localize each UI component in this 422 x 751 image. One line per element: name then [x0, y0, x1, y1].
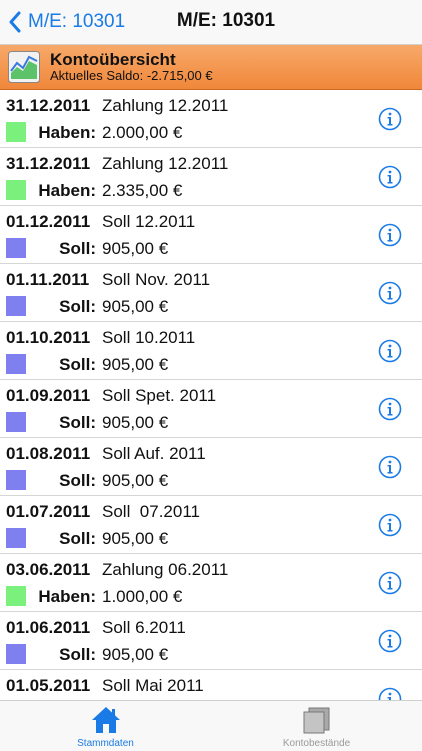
entry-amount: 905,00 € [102, 529, 169, 548]
tab-label: Kontobestände [282, 738, 351, 749]
transaction-list[interactable]: 31.12.2011 Zahlung 12.2011 Haben: 2.000,00 … [0, 90, 422, 700]
entry-description: Soll Spet. 2011 [102, 386, 217, 405]
entry-amount: 1.000,00 € [102, 587, 183, 606]
list-item[interactable]: 31.12.2011 Zahlung 12.2011 Haben: 2.000,00 … [0, 90, 422, 148]
entry-date: 01.06.2011 [6, 618, 91, 637]
entry-date: 01.12.2011 [6, 212, 91, 231]
entry-description: Soll Nov. 2011 [102, 270, 211, 289]
info-icon[interactable] [378, 107, 402, 131]
entry-type-swatch [6, 122, 26, 142]
entry-kind-label: Haben: [38, 181, 96, 200]
entry-kind-label: Soll: [59, 297, 96, 316]
entry-amount: 2.335,00 € [102, 181, 183, 200]
entry-type-swatch [6, 354, 26, 374]
entry-description: Zahlung 12.2011 [102, 154, 229, 173]
entry-amount: 905,00 € [102, 471, 169, 490]
list-item[interactable]: 01.08.2011 Soll Auf. 2011 Soll: 905,00 € [0, 438, 422, 496]
list-item[interactable]: 01.11.2011 Soll Nov. 2011 Soll: 905,00 € [0, 264, 422, 322]
entry-description: Soll 6.2011 [102, 618, 186, 637]
entry-type-swatch [6, 412, 26, 432]
info-icon[interactable] [378, 223, 402, 247]
folders-icon [303, 707, 329, 734]
list-item[interactable]: 01.07.2011 Soll 07.2011 Soll: 905,00 € [0, 496, 422, 554]
info-icon[interactable] [378, 571, 402, 595]
banner-title: Kontoübersicht [50, 50, 176, 69]
entry-type-swatch [6, 644, 26, 664]
info-icon[interactable] [378, 339, 402, 363]
list-item[interactable]: 01.12.2011 Soll 12.2011 Soll: 905,00 € [0, 206, 422, 264]
info-icon[interactable] [378, 687, 402, 700]
tab-stammdaten[interactable]: Stammdaten [0, 701, 211, 751]
entry-kind-label: Haben: [38, 587, 96, 606]
navigation-bar: M/E: 10301 M/E: 10301 [0, 0, 422, 45]
entry-type-swatch [6, 238, 26, 258]
info-icon[interactable] [378, 281, 402, 305]
entry-amount: 905,00 € [102, 239, 169, 258]
balance-text: Aktuelles Saldo: -2.715,00 € [50, 68, 213, 83]
entry-date: 31.12.2011 [6, 96, 91, 115]
list-item[interactable]: 01.06.2011 Soll 6.2011 Soll: 905,00 € [0, 612, 422, 670]
info-icon[interactable] [378, 513, 402, 537]
entry-date: 01.08.2011 [6, 444, 91, 463]
entry-type-swatch [6, 180, 26, 200]
entry-amount: 905,00 € [102, 355, 169, 374]
entry-date: 01.05.2011 [6, 676, 91, 695]
tab-label: Stammdaten [77, 738, 134, 749]
info-icon[interactable] [378, 629, 402, 653]
entry-amount: 905,00 € [102, 297, 169, 316]
list-item[interactable]: 01.10.2011 Soll 10.2011 Soll: 905,00 € [0, 322, 422, 380]
entry-kind-label: Soll: [59, 239, 96, 258]
tab-bar: Stammdaten Kontobestände [0, 700, 422, 751]
entry-description: Soll Mai 2011 [102, 676, 204, 695]
entry-description: Zahlung 12.2011 [102, 96, 229, 115]
entry-date: 31.12.2011 [6, 154, 91, 173]
entry-type-swatch [6, 470, 26, 490]
tab-kontobestaende[interactable]: Kontobestände [211, 701, 422, 751]
page-title: M/E: 10301 [176, 10, 276, 31]
entry-kind-label: Soll: [59, 471, 96, 490]
entry-description: Soll 12.2011 [102, 212, 196, 231]
house-icon [91, 707, 120, 733]
entry-amount: 905,00 € [102, 645, 169, 664]
entry-type-swatch [6, 528, 26, 548]
entry-date: 01.07.2011 [6, 502, 91, 521]
list-item[interactable]: 01.09.2011 Soll Spet. 2011 Soll: 905,00 € [0, 380, 422, 438]
info-icon[interactable] [378, 397, 402, 421]
entry-kind-label: Soll: [59, 355, 96, 374]
entry-kind-label: Soll: [59, 529, 96, 548]
entry-kind-label: Soll: [59, 413, 96, 432]
entry-date: 01.10.2011 [6, 328, 91, 347]
entry-description: Soll Auf. 2011 [102, 444, 206, 463]
entry-date: 01.09.2011 [6, 386, 91, 405]
entry-date: 01.11.2011 [6, 270, 90, 289]
entry-kind-label: Haben: [38, 123, 96, 142]
account-overview-banner: Kontoübersicht Aktuelles Saldo: -2.715,0… [0, 45, 422, 90]
entry-type-swatch [6, 586, 26, 606]
entry-description: Soll 10.2011 [102, 328, 196, 347]
info-icon[interactable] [378, 165, 402, 189]
chart-icon [8, 51, 40, 83]
list-item[interactable]: 01.05.2011Soll Mai 2011Soll:905,00 € [0, 670, 422, 700]
list-item[interactable]: 31.12.2011 Zahlung 12.2011 Haben: 2.335,00 … [0, 148, 422, 206]
list-item[interactable]: 03.06.2011 Zahlung 06.2011 Haben: 1.000,00 … [0, 554, 422, 612]
info-icon[interactable] [378, 455, 402, 479]
entry-type-swatch [6, 296, 26, 316]
entry-amount: 905,00 € [102, 413, 169, 432]
entry-date: 03.06.2011 [6, 560, 91, 579]
entry-kind-label: Soll: [59, 645, 96, 664]
entry-amount: 2.000,00 € [102, 123, 183, 142]
entry-description: Zahlung 06.2011 [102, 560, 229, 579]
entry-description: Soll 07.2011 [102, 502, 200, 521]
